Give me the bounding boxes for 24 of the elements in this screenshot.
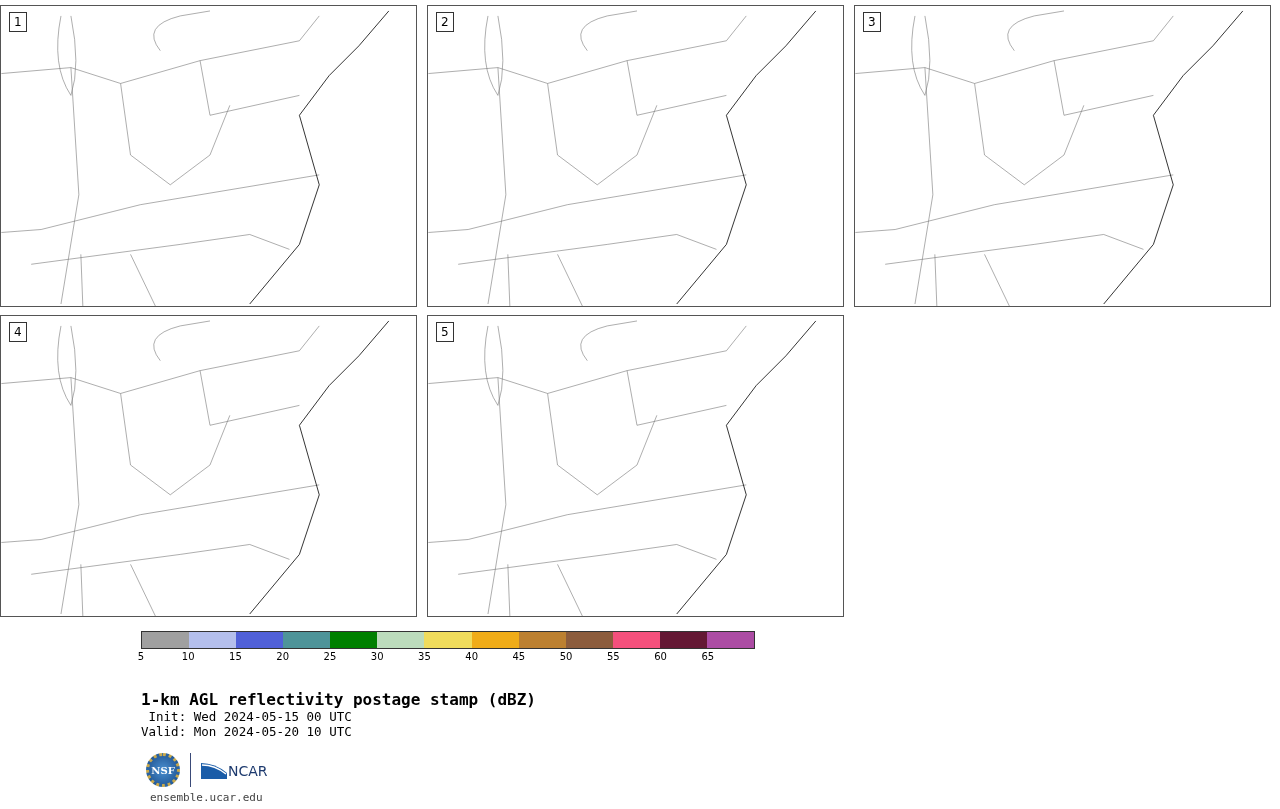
website-url: ensemble.ucar.edu	[150, 791, 264, 805]
panel-number: 4	[9, 322, 27, 342]
init-time: Init: Wed 2024-05-15 00 UTC	[147, 709, 353, 724]
tick-label: 35	[418, 650, 431, 664]
tick-label: 55	[607, 650, 620, 664]
valid-time: Valid: Mon 2024-05-20 10 UTC	[141, 724, 353, 739]
tick-label: 60	[654, 650, 667, 664]
tick-label: 20	[276, 650, 290, 664]
tick-label: 50	[559, 650, 573, 664]
nsf-logo: NSF	[146, 753, 180, 787]
panel-number: 1	[9, 12, 27, 32]
ncar-logo: NCAR	[201, 761, 268, 779]
tick-label: 30	[370, 650, 384, 664]
tick-label: 15	[229, 650, 242, 664]
plot-title: 1-km AGL reflectivity postage stamp (dBZ)	[141, 691, 537, 709]
tick-label: 5	[137, 650, 145, 664]
tick-label: 45	[512, 650, 526, 664]
tick-label: 65	[701, 650, 715, 664]
tick-label: 40	[465, 650, 478, 664]
panel-number: 3	[863, 12, 881, 32]
tick-label: 25	[323, 650, 337, 664]
panel-number: 5	[436, 322, 454, 342]
tick-label: 10	[181, 650, 195, 664]
panel-number: 2	[436, 12, 454, 32]
